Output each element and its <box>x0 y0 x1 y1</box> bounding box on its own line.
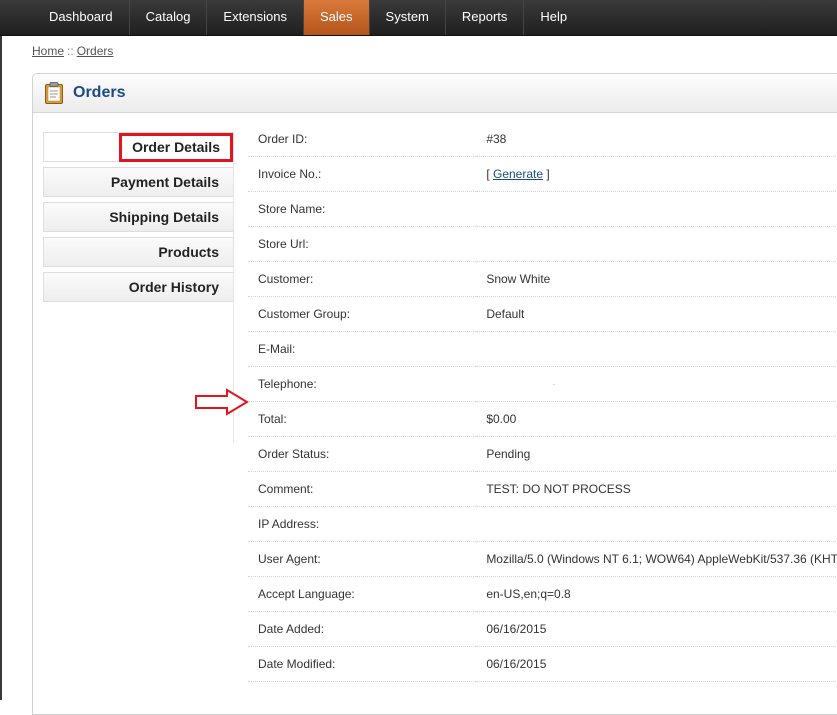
redaction-mark <box>553 384 556 386</box>
total-value: $0.00 <box>476 401 837 437</box>
customer-group-label: Customer Group: <box>248 296 477 332</box>
breadcrumb-separator: :: <box>67 44 74 58</box>
tab-payment-details-label: Payment Details <box>110 174 219 190</box>
order-status-value: Pending <box>476 436 837 472</box>
table-row: E-Mail: <box>248 331 837 367</box>
total-label: Total: <box>248 401 477 437</box>
table-row: Date Modified: 06/16/2015 <box>248 646 837 682</box>
invoice-bracket-close: ] <box>546 167 550 181</box>
nav-item-dashboard[interactable]: Dashboard <box>33 0 130 35</box>
table-row: IP Address: <box>248 506 837 542</box>
tab-order-details[interactable]: Order Details <box>43 132 233 162</box>
nav-item-help[interactable]: Help <box>524 0 583 35</box>
store-name-label: Store Name: <box>248 191 477 227</box>
table-row: User Agent: Mozilla/5.0 (Windows NT 6.1;… <box>248 541 837 577</box>
date-added-label: Date Added: <box>248 611 477 647</box>
order-id-label: Order ID: <box>248 122 477 157</box>
ip-address-value <box>476 506 837 542</box>
tab-payment-details[interactable]: Payment Details <box>43 167 233 197</box>
comment-label: Comment: <box>248 471 477 507</box>
tab-order-details-label: Order Details <box>119 133 233 162</box>
user-agent-value: Mozilla/5.0 (Windows NT 6.1; WOW64) Appl… <box>476 541 837 577</box>
date-modified-value: 06/16/2015 <box>476 646 837 682</box>
top-navigation: Dashboard Catalog Extensions Sales Syste… <box>0 0 837 36</box>
date-added-value: 06/16/2015 <box>476 611 837 647</box>
email-value <box>476 331 837 367</box>
date-modified-label: Date Modified: <box>248 646 477 682</box>
window-left-edge <box>0 35 2 700</box>
table-row: Customer Group: Default <box>248 296 837 332</box>
table-row: Comment: TEST: DO NOT PROCESS <box>248 471 837 507</box>
table-row: Total: $0.00 <box>248 401 837 437</box>
order-tabs: Order Details Payment Details Shipping D… <box>43 132 233 307</box>
nav-menu: Dashboard Catalog Extensions Sales Syste… <box>0 0 837 35</box>
table-row: Invoice No.: [ Generate ] <box>248 156 837 192</box>
order-id-value: #38 <box>476 122 837 157</box>
page-title: Orders <box>73 84 126 101</box>
comment-value: TEST: DO NOT PROCESS <box>476 471 837 507</box>
tab-products-label: Products <box>158 244 219 260</box>
tab-shipping-details[interactable]: Shipping Details <box>43 202 233 232</box>
table-row: Accept Language: en-US,en;q=0.8 <box>248 576 837 612</box>
clipboard-icon <box>45 82 63 104</box>
nav-item-sales[interactable]: Sales <box>304 0 370 35</box>
table-row: Store Url: <box>248 226 837 262</box>
order-status-label: Order Status: <box>248 436 477 472</box>
invoice-value: [ Generate ] <box>476 156 837 192</box>
user-agent-label: User Agent: <box>248 541 477 577</box>
store-url-value <box>476 226 837 262</box>
tab-products[interactable]: Products <box>43 237 233 267</box>
telephone-value <box>476 366 837 402</box>
table-row: Date Added: 06/16/2015 <box>248 611 837 647</box>
accept-language-label: Accept Language: <box>248 576 477 612</box>
generate-invoice-link[interactable]: Generate <box>493 167 543 181</box>
nav-item-extensions[interactable]: Extensions <box>207 0 305 35</box>
telephone-label: Telephone: <box>248 366 477 402</box>
nav-item-reports[interactable]: Reports <box>446 0 525 35</box>
table-row: Order ID: #38 <box>248 122 837 157</box>
breadcrumb-home-link[interactable]: Home <box>32 44 64 58</box>
ip-address-label: IP Address: <box>248 506 477 542</box>
panel-header: Orders <box>33 74 837 113</box>
tab-order-history[interactable]: Order History <box>43 272 233 302</box>
table-row: Telephone: <box>248 366 837 402</box>
tab-order-history-label: Order History <box>128 279 219 295</box>
table-row: Store Name: <box>248 191 837 227</box>
table-row: Order Status: Pending <box>248 436 837 472</box>
invoice-label: Invoice No.: <box>248 156 477 192</box>
right-arrow-icon <box>195 388 249 416</box>
breadcrumb-orders-link[interactable]: Orders <box>77 44 114 58</box>
nav-item-catalog[interactable]: Catalog <box>130 0 208 35</box>
customer-group-value: Default <box>476 296 837 332</box>
nav-item-system[interactable]: System <box>370 0 446 35</box>
store-url-label: Store Url: <box>248 226 477 262</box>
store-name-value <box>476 191 837 227</box>
table-row: Customer: Snow White <box>248 261 837 297</box>
customer-value: Snow White <box>476 261 837 297</box>
tab-shipping-details-label: Shipping Details <box>109 209 219 225</box>
breadcrumb: Home:: Orders <box>32 44 113 58</box>
order-details-table: Order ID: #38 Invoice No.: [ Generate ] … <box>248 122 837 682</box>
invoice-bracket-open: [ <box>486 167 490 181</box>
email-label: E-Mail: <box>248 331 477 367</box>
accept-language-value: en-US,en;q=0.8 <box>476 576 837 612</box>
customer-label: Customer: <box>248 261 477 297</box>
